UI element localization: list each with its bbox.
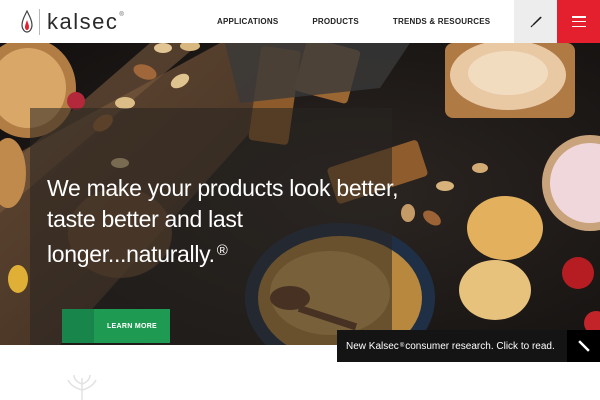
research-notice-bar[interactable]: New Kalsec ® consumer research. Click to … <box>337 330 567 362</box>
nav-products[interactable]: PRODUCTS <box>312 17 359 26</box>
hero-headline: We make your products look better, taste… <box>47 173 399 270</box>
logo-divider <box>39 9 40 35</box>
headline-line-3-text: longer...naturally. <box>47 241 215 267</box>
hamburger-menu-icon <box>571 16 586 27</box>
notice-text-after: consumer research. Click to read. <box>405 340 555 352</box>
headline-registered-mark: ® <box>216 242 228 259</box>
hero-banner: We make your products look better, taste… <box>0 43 600 345</box>
kalsec-logo[interactable]: kalsec ® <box>20 8 124 36</box>
wheat-icon <box>67 374 97 400</box>
notice-read-button[interactable] <box>567 330 600 362</box>
learn-more-accent <box>62 309 94 343</box>
headline-line-1: We make your products look better, <box>47 175 399 201</box>
logo-registered-mark: ® <box>119 12 124 18</box>
search-button[interactable] <box>514 0 557 43</box>
notice-text-before: New Kalsec <box>346 340 399 352</box>
menu-button[interactable] <box>557 0 600 43</box>
headline-line-3: longer...naturally. ® <box>47 235 392 270</box>
pencil-icon <box>577 340 590 352</box>
logo-text: kalsec <box>47 9 119 34</box>
flame-drop-logo-icon <box>21 10 33 33</box>
learn-more-label: LEARN MORE <box>106 322 158 330</box>
site-header: kalsec ® APPLICATIONS PRODUCTS TRENDS & … <box>0 0 600 43</box>
nav-applications[interactable]: APPLICATIONS <box>217 17 278 26</box>
nav-trends-resources[interactable]: TRENDS & RESOURCES <box>393 17 490 26</box>
notice-registered-mark: ® <box>399 343 405 349</box>
pen-search-icon <box>530 16 542 27</box>
learn-more-button[interactable]: LEARN MORE <box>62 309 170 343</box>
headline-line-2: taste better and last <box>47 206 243 232</box>
main-nav: APPLICATIONS PRODUCTS TRENDS & RESOURCES <box>217 0 524 43</box>
